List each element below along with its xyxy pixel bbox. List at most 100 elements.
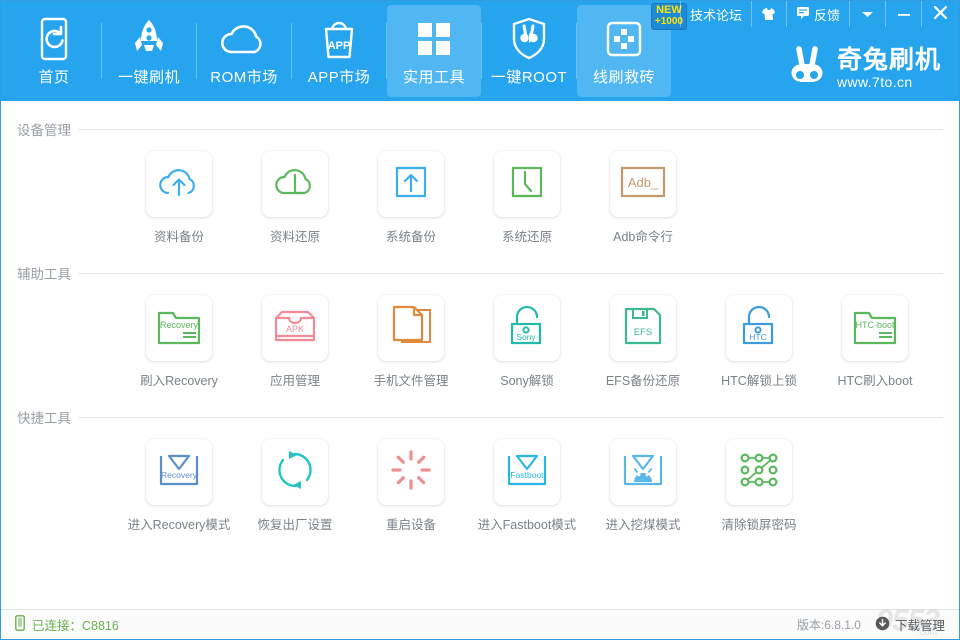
tile-icon-box: Adb_ bbox=[610, 151, 676, 217]
lock-sony-icon: Sony bbox=[506, 304, 548, 353]
close-icon bbox=[933, 5, 948, 23]
tile-label: 重启设备 bbox=[385, 518, 436, 532]
connection-status: 已连接：C8816 bbox=[15, 615, 119, 634]
tile-icon-box bbox=[378, 151, 444, 217]
nav-item-one-key-flash[interactable]: 一键刷机 bbox=[102, 5, 196, 97]
tool-tile-data-restore[interactable]: 资料还原 bbox=[237, 151, 353, 245]
tile-label: 资料还原 bbox=[269, 230, 320, 244]
feedback-link[interactable]: 反馈 bbox=[785, 1, 849, 27]
main-navigation: 首页 一键刷机 ROM市场 APP APP市场 实用工具 一键ROOT 线刷救砖… bbox=[7, 3, 687, 97]
tool-tile-clear-lock-password[interactable]: 清除锁屏密码 bbox=[701, 439, 817, 533]
badge-line-1: NEW bbox=[656, 4, 682, 16]
tile-icon-box bbox=[378, 295, 444, 361]
minimize-button[interactable] bbox=[885, 1, 921, 27]
tile-label: HTC解锁上锁 bbox=[721, 374, 797, 388]
file-pages-icon bbox=[391, 304, 431, 353]
tile-label: EFS备份还原 bbox=[605, 374, 681, 388]
section-title: 辅助工具 bbox=[17, 267, 71, 282]
pattern-lock-icon bbox=[737, 450, 781, 495]
rabbit-logo-icon bbox=[786, 46, 828, 91]
nav-item-app-market[interactable]: APP APP市场 bbox=[292, 5, 386, 97]
nav-label: ROM市场 bbox=[210, 69, 278, 86]
status-bar: 已连接：C8816 版本:6.8.1.0 9553 .com 下载管理 bbox=[1, 604, 959, 639]
phone-refresh-icon bbox=[36, 15, 72, 63]
close-button[interactable] bbox=[921, 1, 959, 27]
section-divider bbox=[79, 128, 943, 130]
lock-htc-icon: HTC bbox=[738, 304, 780, 353]
tile-label: 系统还原 bbox=[501, 230, 552, 244]
tile-icon-box bbox=[494, 151, 560, 217]
tool-tile-flash-recovery[interactable]: Recovery 刷入Recovery bbox=[121, 295, 237, 389]
app-bag-icon: APP bbox=[318, 15, 360, 63]
section-header: 辅助工具 bbox=[17, 245, 943, 283]
tool-tile-enter-mining-mode[interactable]: 进入挖煤模式 bbox=[585, 439, 701, 533]
nav-item-utility-tools[interactable]: 实用工具 bbox=[387, 5, 481, 97]
tool-tile-enter-fastboot-mode[interactable]: Fastboot 进入Fastboot模式 bbox=[469, 439, 585, 533]
brand-logo: 奇兔刷机 www.7to.cn bbox=[786, 46, 941, 91]
nav-item-rom-market[interactable]: ROM市场 bbox=[197, 5, 291, 97]
tile-icon-box: EFS bbox=[610, 295, 676, 361]
nav-label: 实用工具 bbox=[402, 69, 465, 86]
apk-box-icon: APK bbox=[271, 306, 319, 351]
tile-icon-box: APK bbox=[262, 295, 328, 361]
svg-text:EFS: EFS bbox=[634, 327, 652, 338]
tool-tile-system-restore[interactable]: 系统还原 bbox=[469, 151, 585, 245]
folder-htcboot-icon: HTC-boot bbox=[851, 305, 899, 352]
section-divider bbox=[79, 272, 943, 274]
tile-label: Sony解锁 bbox=[500, 374, 554, 388]
tile-label: 资料备份 bbox=[153, 230, 204, 244]
tool-tile-data-backup[interactable]: 资料备份 bbox=[121, 151, 237, 245]
tile-label: 系统备份 bbox=[385, 230, 436, 244]
svg-text:APK: APK bbox=[286, 324, 304, 334]
dropdown-menu-button[interactable] bbox=[849, 1, 885, 27]
section-header: 设备管理 bbox=[17, 101, 943, 139]
tool-tile-sony-unlock[interactable]: Sony Sony解锁 bbox=[469, 295, 585, 389]
tile-label: HTC刷入boot bbox=[837, 374, 913, 388]
tile-label: 清除锁屏密码 bbox=[721, 518, 797, 532]
folder-recovery-icon: Recovery bbox=[155, 305, 203, 352]
badge-line-2: +1000 bbox=[654, 15, 683, 27]
tool-tile-adb-console[interactable]: Adb_ Adb命令行 bbox=[585, 151, 701, 245]
tool-tile-enter-recovery-mode[interactable]: Recovery 进入Recovery模式 bbox=[121, 439, 237, 533]
nav-item-one-key-root[interactable]: 一键ROOT bbox=[482, 5, 576, 97]
tile-icon-box: HTC bbox=[726, 295, 792, 361]
tile-label: Adb命令行 bbox=[613, 230, 673, 244]
tile-label: 恢复出厂设置 bbox=[257, 518, 333, 532]
section-quick-tools: 快捷工具 Recovery 进入Recovery模式 恢复出厂设置 重启设备 F… bbox=[17, 389, 943, 533]
version-label: 版本:6.8.1.0 bbox=[796, 618, 861, 632]
tile-icon-box bbox=[610, 439, 676, 505]
section-header: 快捷工具 bbox=[17, 389, 943, 427]
grid-squares-icon bbox=[414, 15, 454, 63]
tool-tile-factory-reset[interactable]: 恢复出厂设置 bbox=[237, 439, 353, 533]
chevron-down-icon bbox=[861, 7, 874, 22]
tool-tile-reboot-device[interactable]: 重启设备 bbox=[353, 439, 469, 533]
shirt-icon[interactable] bbox=[750, 1, 786, 27]
spinner-burst-icon bbox=[390, 449, 432, 496]
nav-label: 线刷救砖 bbox=[592, 69, 655, 86]
section-device-management: 设备管理 资料备份 资料还原 系统备份 系统还原 Adb_ Adb命令行 bbox=[17, 101, 943, 245]
tool-tile-app-management[interactable]: APK 应用管理 bbox=[237, 295, 353, 389]
nav-item-home[interactable]: 首页 bbox=[7, 5, 101, 97]
fastboot-mode-icon: Fastboot bbox=[504, 450, 550, 495]
forum-link[interactable]: 技术论坛 bbox=[679, 1, 751, 27]
tool-tile-phone-file-manager[interactable]: 手机文件管理 bbox=[353, 295, 469, 389]
tool-tile-htc-unlock-lock[interactable]: HTC HTC解锁上锁 bbox=[701, 295, 817, 389]
nav-item-line-flash-rescue[interactable]: 线刷救砖 NEW +1000 bbox=[577, 3, 687, 97]
tile-label: 进入Fastboot模式 bbox=[477, 518, 577, 532]
circular-arrows-icon bbox=[274, 449, 316, 496]
android-mode-icon bbox=[620, 450, 666, 495]
brand-url: www.7to.cn bbox=[836, 73, 913, 90]
brand-text: 奇兔刷机 www.7to.cn bbox=[836, 47, 941, 90]
tile-label: 刷入Recovery bbox=[140, 374, 218, 388]
svg-text:Recovery: Recovery bbox=[160, 320, 199, 330]
tile-icon-box: Sony bbox=[494, 295, 560, 361]
tile-label: 应用管理 bbox=[269, 374, 320, 388]
svg-text:HTC: HTC bbox=[749, 332, 766, 342]
svg-text:HTC-boot: HTC-boot bbox=[855, 320, 895, 330]
tool-tile-htc-flash-boot[interactable]: HTC-boot HTC刷入boot bbox=[817, 295, 933, 389]
tool-tile-system-backup[interactable]: 系统备份 bbox=[353, 151, 469, 245]
tile-icon-box: Recovery bbox=[146, 295, 212, 361]
tool-tile-efs-backup-restore[interactable]: EFS EFS备份还原 bbox=[585, 295, 701, 389]
section-divider bbox=[79, 416, 943, 418]
tile-icon-box: HTC-boot bbox=[842, 295, 908, 361]
